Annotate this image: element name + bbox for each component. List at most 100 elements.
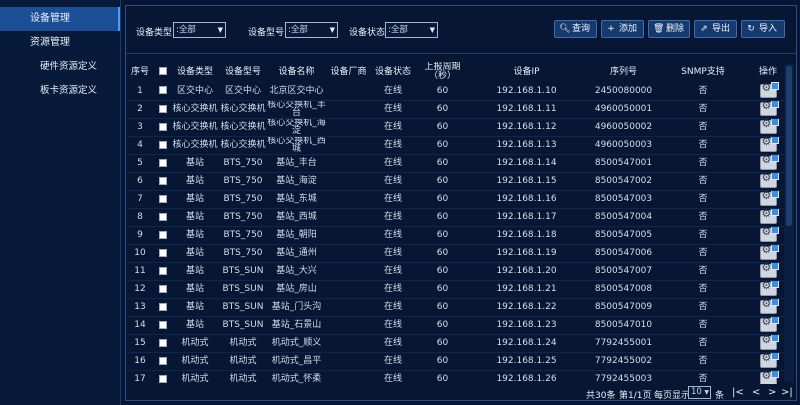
table-row[interactable]: 11 基站 BTS_SUN 基站_大兴 在线 60 192.168.1.20 85005470… <box>126 262 794 280</box>
row-number: 1 <box>137 85 143 96</box>
serial-number-cell: 8500547010 <box>594 319 653 330</box>
col-header-type: 设备类型 <box>176 66 213 77</box>
device-type-value: :全部 <box>176 25 196 35</box>
table-row[interactable]: 17 机动式 机动式 机动式_怀柔 在线 60 192.168.1.26 7792455003… <box>126 370 794 384</box>
row-checkbox[interactable] <box>158 284 167 293</box>
row-checkbox[interactable] <box>158 158 167 167</box>
device-ip-cell: 192.168.1.10 <box>496 85 557 96</box>
settings-icon[interactable] <box>759 136 779 152</box>
settings-icon[interactable] <box>759 352 779 368</box>
row-checkbox[interactable] <box>158 302 167 311</box>
table-row[interactable]: 15 机动式 机动式 机动式_顺义 在线 60 192.168.1.24 7792455001… <box>126 334 794 352</box>
per-page-select[interactable]: 10 ▼ <box>688 386 711 399</box>
row-checkbox[interactable] <box>158 338 167 347</box>
row-checkbox[interactable] <box>158 140 167 149</box>
row-checkbox[interactable] <box>158 320 167 329</box>
settings-icon[interactable] <box>759 154 779 170</box>
sidebar-item-board-resource[interactable]: 板卡资源定义 <box>0 79 120 103</box>
row-checkbox[interactable] <box>158 266 167 275</box>
row-checkbox[interactable] <box>158 356 167 365</box>
device-status-select[interactable]: :全部 ▼ <box>385 22 438 38</box>
device-ip-cell: 192.168.1.15 <box>496 175 557 186</box>
import-button[interactable]: ↻ 导入 <box>741 20 785 38</box>
settings-icon[interactable] <box>759 82 779 98</box>
table-header-row: 序号 设备类型 设备型号 设备名称 设备厂商 设备状态 上报周期（秒） 设备IP… <box>126 62 794 82</box>
next-page-button[interactable]: > <box>768 387 776 398</box>
device-status-cell: 在线 <box>383 139 402 150</box>
settings-icon[interactable] <box>759 280 779 296</box>
filter-bar: 设备类型 :全部 ▼ 设备型号 :全部 ▼ 设备状态 :全部 ▼ 🔍︎ 查询 + 添… <box>126 6 796 54</box>
row-checkbox[interactable] <box>158 86 167 95</box>
table-row[interactable]: 2 核心交换机 核心交换机 核心交换机_丰台 在线 60 192.168.1.11 49600… <box>126 100 794 118</box>
table-row[interactable]: 10 基站 BTS_750 基站_通州 在线 60 192.168.1.19 85005470… <box>126 244 794 262</box>
device-type-label: 设备类型 <box>136 28 173 38</box>
device-model-select[interactable]: :全部 ▼ <box>285 22 338 38</box>
row-select-cell <box>154 190 171 208</box>
table-scrollbar[interactable] <box>784 64 794 382</box>
table-row[interactable]: 4 核心交换机 核心交换机 核心交换机_西城 在线 60 192.168.1.13 49600… <box>126 136 794 154</box>
snmp-support-cell: 否 <box>698 85 708 96</box>
settings-icon[interactable] <box>759 334 779 350</box>
device-model-cell: BTS_SUN <box>222 319 264 330</box>
device-status-cell: 在线 <box>383 175 402 186</box>
row-checkbox[interactable] <box>158 104 167 113</box>
device-type-cell: 基站 <box>185 301 204 312</box>
row-checkbox[interactable] <box>158 122 167 131</box>
row-number: 17 <box>134 373 146 384</box>
table-row[interactable]: 14 基站 BTS_SUN 基站_石景山 在线 60 192.168.1.23 8500547… <box>126 316 794 334</box>
sidebar-item-device-management[interactable]: 设备管理 <box>0 7 120 31</box>
row-checkbox[interactable] <box>158 194 167 203</box>
delete-button[interactable]: 🗑︎ 删除 <box>648 20 690 38</box>
table-row[interactable]: 6 基站 BTS_750 基站_海淀 在线 60 192.168.1.15 850054700… <box>126 172 794 190</box>
select-all-checkbox[interactable] <box>158 67 167 76</box>
last-page-button[interactable]: >| <box>781 387 793 398</box>
row-checkbox[interactable] <box>158 374 167 383</box>
settings-icon[interactable] <box>759 262 779 278</box>
table-row[interactable]: 7 基站 BTS_750 基站_东城 在线 60 192.168.1.16 850054700… <box>126 190 794 208</box>
snmp-support-cell: 否 <box>698 373 708 384</box>
settings-icon[interactable] <box>759 172 779 188</box>
report-period-cell: 60 <box>436 319 449 330</box>
table-row[interactable]: 13 基站 BTS_SUN 基站_门头沟 在线 60 192.168.1.22 8500547… <box>126 298 794 316</box>
table-row[interactable]: 12 基站 BTS_SUN 基站_房山 在线 60 192.168.1.21 85005470… <box>126 280 794 298</box>
query-button[interactable]: 🔍︎ 查询 <box>554 20 597 38</box>
table-row[interactable]: 8 基站 BTS_750 基站_西城 在线 60 192.168.1.17 850054700… <box>126 208 794 226</box>
device-ip-cell: 192.168.1.11 <box>496 103 557 114</box>
export-button[interactable]: ⇗ 导出 <box>694 20 737 38</box>
device-status-cell: 在线 <box>383 301 402 312</box>
device-status-cell: 在线 <box>383 103 402 114</box>
settings-icon[interactable] <box>759 298 779 314</box>
device-name-cell: 基站_西城 <box>276 211 317 222</box>
device-type-cell: 核心交换机 <box>172 121 218 132</box>
row-checkbox[interactable] <box>158 248 167 257</box>
table-row[interactable]: 5 基站 BTS_750 基站_丰台 在线 60 192.168.1.14 850054700… <box>126 154 794 172</box>
settings-icon[interactable] <box>759 190 779 206</box>
settings-icon[interactable] <box>759 226 779 242</box>
snmp-support-cell: 否 <box>698 193 708 204</box>
settings-icon[interactable] <box>759 118 779 134</box>
device-type-cell: 基站 <box>185 157 204 168</box>
settings-icon[interactable] <box>759 316 779 332</box>
sidebar-item-hardware-resource[interactable]: 硬件资源定义 <box>0 55 120 79</box>
settings-icon[interactable] <box>759 370 779 384</box>
settings-icon[interactable] <box>759 100 779 116</box>
row-checkbox[interactable] <box>158 212 167 221</box>
prev-page-button[interactable]: < <box>752 387 760 398</box>
col-header-model: 设备型号 <box>224 66 261 77</box>
settings-icon[interactable] <box>759 208 779 224</box>
col-header-serial: 序列号 <box>609 66 637 77</box>
row-checkbox[interactable] <box>158 230 167 239</box>
table-row[interactable]: 16 机动式 机动式 机动式_昌平 在线 60 192.168.1.25 7792455002… <box>126 352 794 370</box>
table-row[interactable]: 9 基站 BTS_750 基站_朝阳 在线 60 192.168.1.18 850054700… <box>126 226 794 244</box>
table-row[interactable]: 3 核心交换机 核心交换机 核心交换机_海淀 在线 60 192.168.1.12 49600… <box>126 118 794 136</box>
device-type-select[interactable]: :全部 ▼ <box>173 22 226 38</box>
table-row[interactable]: 1 区交中心 区交中心 北京区交中心 在线 60 192.168.1.10 245008000… <box>126 82 794 100</box>
add-button[interactable]: + 添加 <box>601 20 644 38</box>
row-checkbox[interactable] <box>158 176 167 185</box>
first-page-button[interactable]: |< <box>732 387 744 398</box>
serial-number-cell: 8500547002 <box>594 175 653 186</box>
device-ip-cell: 192.168.1.16 <box>496 193 557 204</box>
sidebar-item-resource-management[interactable]: 资源管理 <box>0 31 120 55</box>
settings-icon[interactable] <box>759 244 779 260</box>
scrollbar-thumb[interactable] <box>786 66 792 226</box>
